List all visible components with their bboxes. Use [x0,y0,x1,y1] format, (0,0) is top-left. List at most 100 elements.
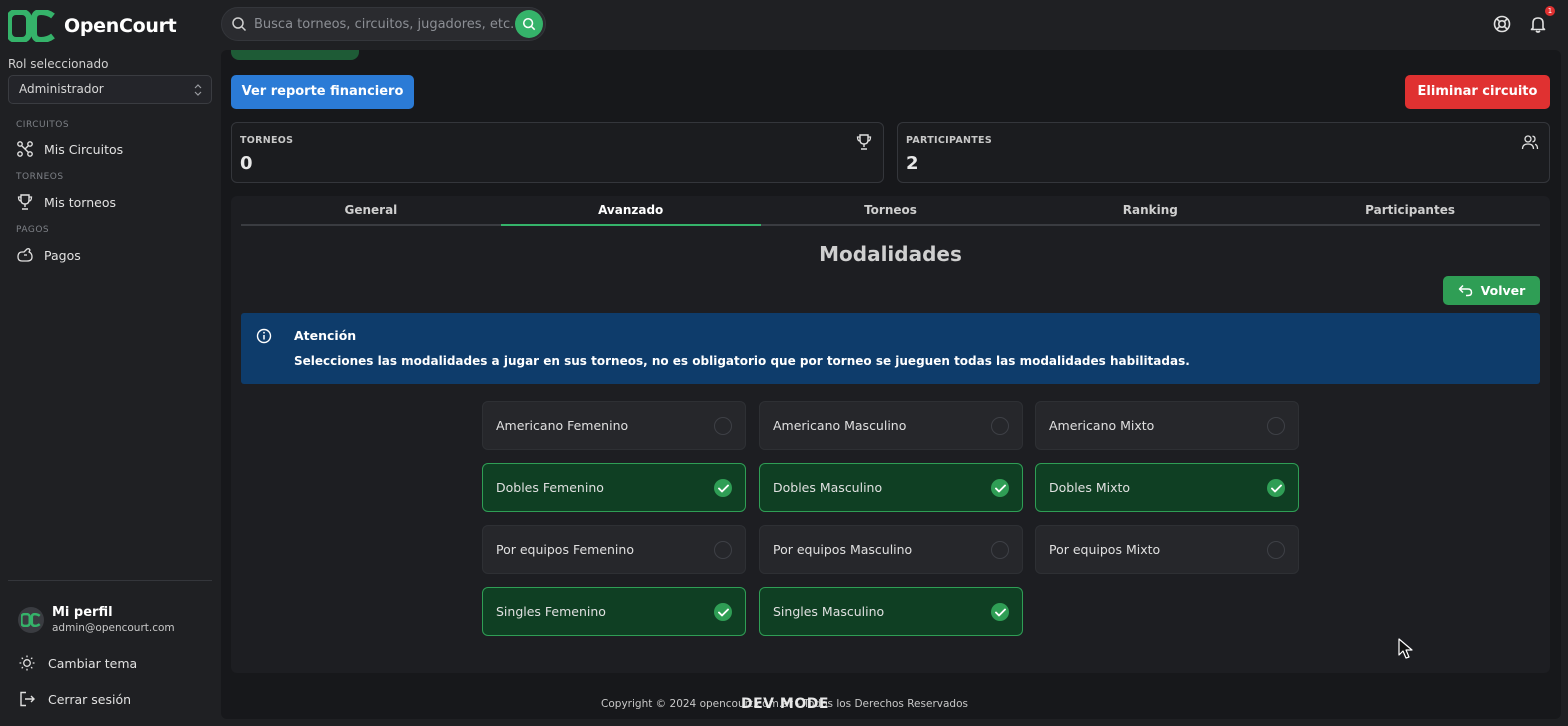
opencourt-logo-icon [8,10,55,42]
modality-label: Dobles Masculino [773,480,883,495]
section-label-circuitos: CIRCUITOS [16,120,70,130]
sidebar-item-label: Pagos [44,247,81,263]
opencourt-logo-icon [21,612,41,627]
delete-circuit-button[interactable]: Eliminar circuito [1405,75,1550,109]
modality-option[interactable]: Por equipos Mixto [1035,525,1299,574]
modality-label: Por equipos Mixto [1049,542,1161,557]
change-theme-button[interactable]: Cambiar tema [18,654,137,672]
radio-empty-icon[interactable] [1267,417,1285,435]
sidebar-item-pagos[interactable]: Pagos [16,244,212,266]
modality-label: Dobles Mixto [1049,480,1131,495]
tab-bar: General Avanzado Torneos Ranking Partici… [241,196,1540,226]
avatar [18,606,44,633]
info-alert: Atención Selecciones las modalidades a j… [241,313,1540,384]
back-button-label: Volver [1480,283,1526,298]
modality-option[interactable]: Dobles Femenino [482,463,746,512]
radio-empty-icon[interactable] [991,417,1009,435]
modality-label: Americano Mixto [1049,418,1155,433]
check-icon [1270,484,1282,492]
check-icon [717,484,729,492]
section-label-torneos: TORNEOS [16,172,64,182]
modality-label: Singles Femenino [496,604,606,619]
stat-title: TORNEOS [240,135,294,146]
sidebar-item-label: Mis Circuitos [44,141,124,157]
users-icon [1521,135,1539,150]
sun-icon [19,655,35,671]
sidebar-item-label: Mis torneos [44,194,116,210]
trophy-icon [17,194,33,210]
role-select[interactable]: Administrador [8,75,212,104]
top-bar: OpenCourt 1 [0,0,1568,50]
sidebar-item-mis-circuitos[interactable]: Mis Circuitos [16,138,212,160]
modality-option[interactable]: Dobles Masculino [759,463,1023,512]
tab-ranking[interactable]: Ranking [1020,196,1280,224]
sidebar: Rol seleccionado Administrador CIRCUITOS… [0,50,220,726]
stat-card-participantes: PARTICIPANTES 2 [897,122,1550,183]
modalities-panel: General Avanzado Torneos Ranking Partici… [231,196,1550,673]
modality-label: Americano Femenino [496,418,629,433]
search-button[interactable] [515,10,543,38]
tab-general[interactable]: General [241,196,501,224]
trophy-icon [856,134,872,150]
radio-empty-icon[interactable] [991,541,1009,559]
chevron-up-down-icon [194,84,202,96]
check-circle-icon[interactable] [991,603,1009,621]
radio-empty-icon[interactable] [714,541,732,559]
profile-name: Mi perfil [52,605,113,620]
tab-participantes[interactable]: Participantes [1280,196,1540,224]
modality-option[interactable]: Americano Mixto [1035,401,1299,450]
info-icon [256,328,272,344]
change-theme-label: Cambiar tema [48,655,138,671]
modality-option[interactable]: Americano Femenino [482,401,746,450]
search-input[interactable] [254,14,514,34]
search-icon [232,17,247,32]
sidebar-item-mis-torneos[interactable]: Mis torneos [16,191,212,213]
logout-button[interactable]: Cerrar sesión [18,690,131,708]
mouse-cursor-icon [1398,638,1413,659]
tab-avanzado[interactable]: Avanzado [500,196,761,226]
alert-title: Atención [294,328,357,343]
modality-label: Singles Masculino [773,604,885,619]
undo-arrow-icon [1458,284,1472,297]
help-lifebuoy-icon[interactable] [1492,14,1512,34]
sidebar-divider [8,580,212,581]
modality-option[interactable]: Dobles Mixto [1035,463,1299,512]
modality-option[interactable]: Por equipos Femenino [482,525,746,574]
stat-value: 2 [906,153,919,174]
modality-option[interactable]: Americano Masculino [759,401,1023,450]
check-icon [717,608,729,616]
notification-badge: 1 [1545,6,1555,16]
financial-report-button[interactable]: Ver reporte financiero [231,75,414,109]
logo[interactable]: OpenCourt [8,10,177,42]
check-circle-icon[interactable] [714,603,732,621]
back-button[interactable]: Volver [1443,276,1540,305]
modality-option[interactable]: Por equipos Masculino [759,525,1023,574]
status-badge [231,50,359,60]
radio-empty-icon[interactable] [714,417,732,435]
modality-label: Por equipos Femenino [496,542,634,557]
dev-mode-label: DEV MODE [741,696,829,712]
section-title: Modalidades [819,242,962,266]
app-name: OpenCourt [64,15,177,37]
modality-option[interactable]: Singles Femenino [482,587,746,636]
stat-title: PARTICIPANTES [906,135,992,146]
role-select-value: Administrador [19,82,104,96]
tab-torneos[interactable]: Torneos [761,196,1021,224]
profile-link[interactable]: Mi perfil admin@opencourt.com [18,605,175,634]
bell-icon[interactable] [1528,14,1548,34]
stat-value: 0 [240,153,253,174]
modality-label: Dobles Femenino [496,480,604,495]
modality-option[interactable]: Singles Masculino [759,587,1023,636]
search-bar [221,7,546,41]
check-circle-icon[interactable] [991,479,1009,497]
alert-text: Selecciones las modalidades a jugar en s… [294,354,1190,368]
radio-empty-icon[interactable] [1267,541,1285,559]
profile-email: admin@opencourt.com [52,622,175,634]
check-circle-icon[interactable] [1267,479,1285,497]
main-content: Ver reporte financiero Eliminar circuito… [221,50,1561,719]
check-icon [994,608,1006,616]
check-circle-icon[interactable] [714,479,732,497]
modality-label: Por equipos Masculino [773,542,913,557]
section-label-pagos: PAGOS [16,225,50,235]
check-icon [994,484,1006,492]
